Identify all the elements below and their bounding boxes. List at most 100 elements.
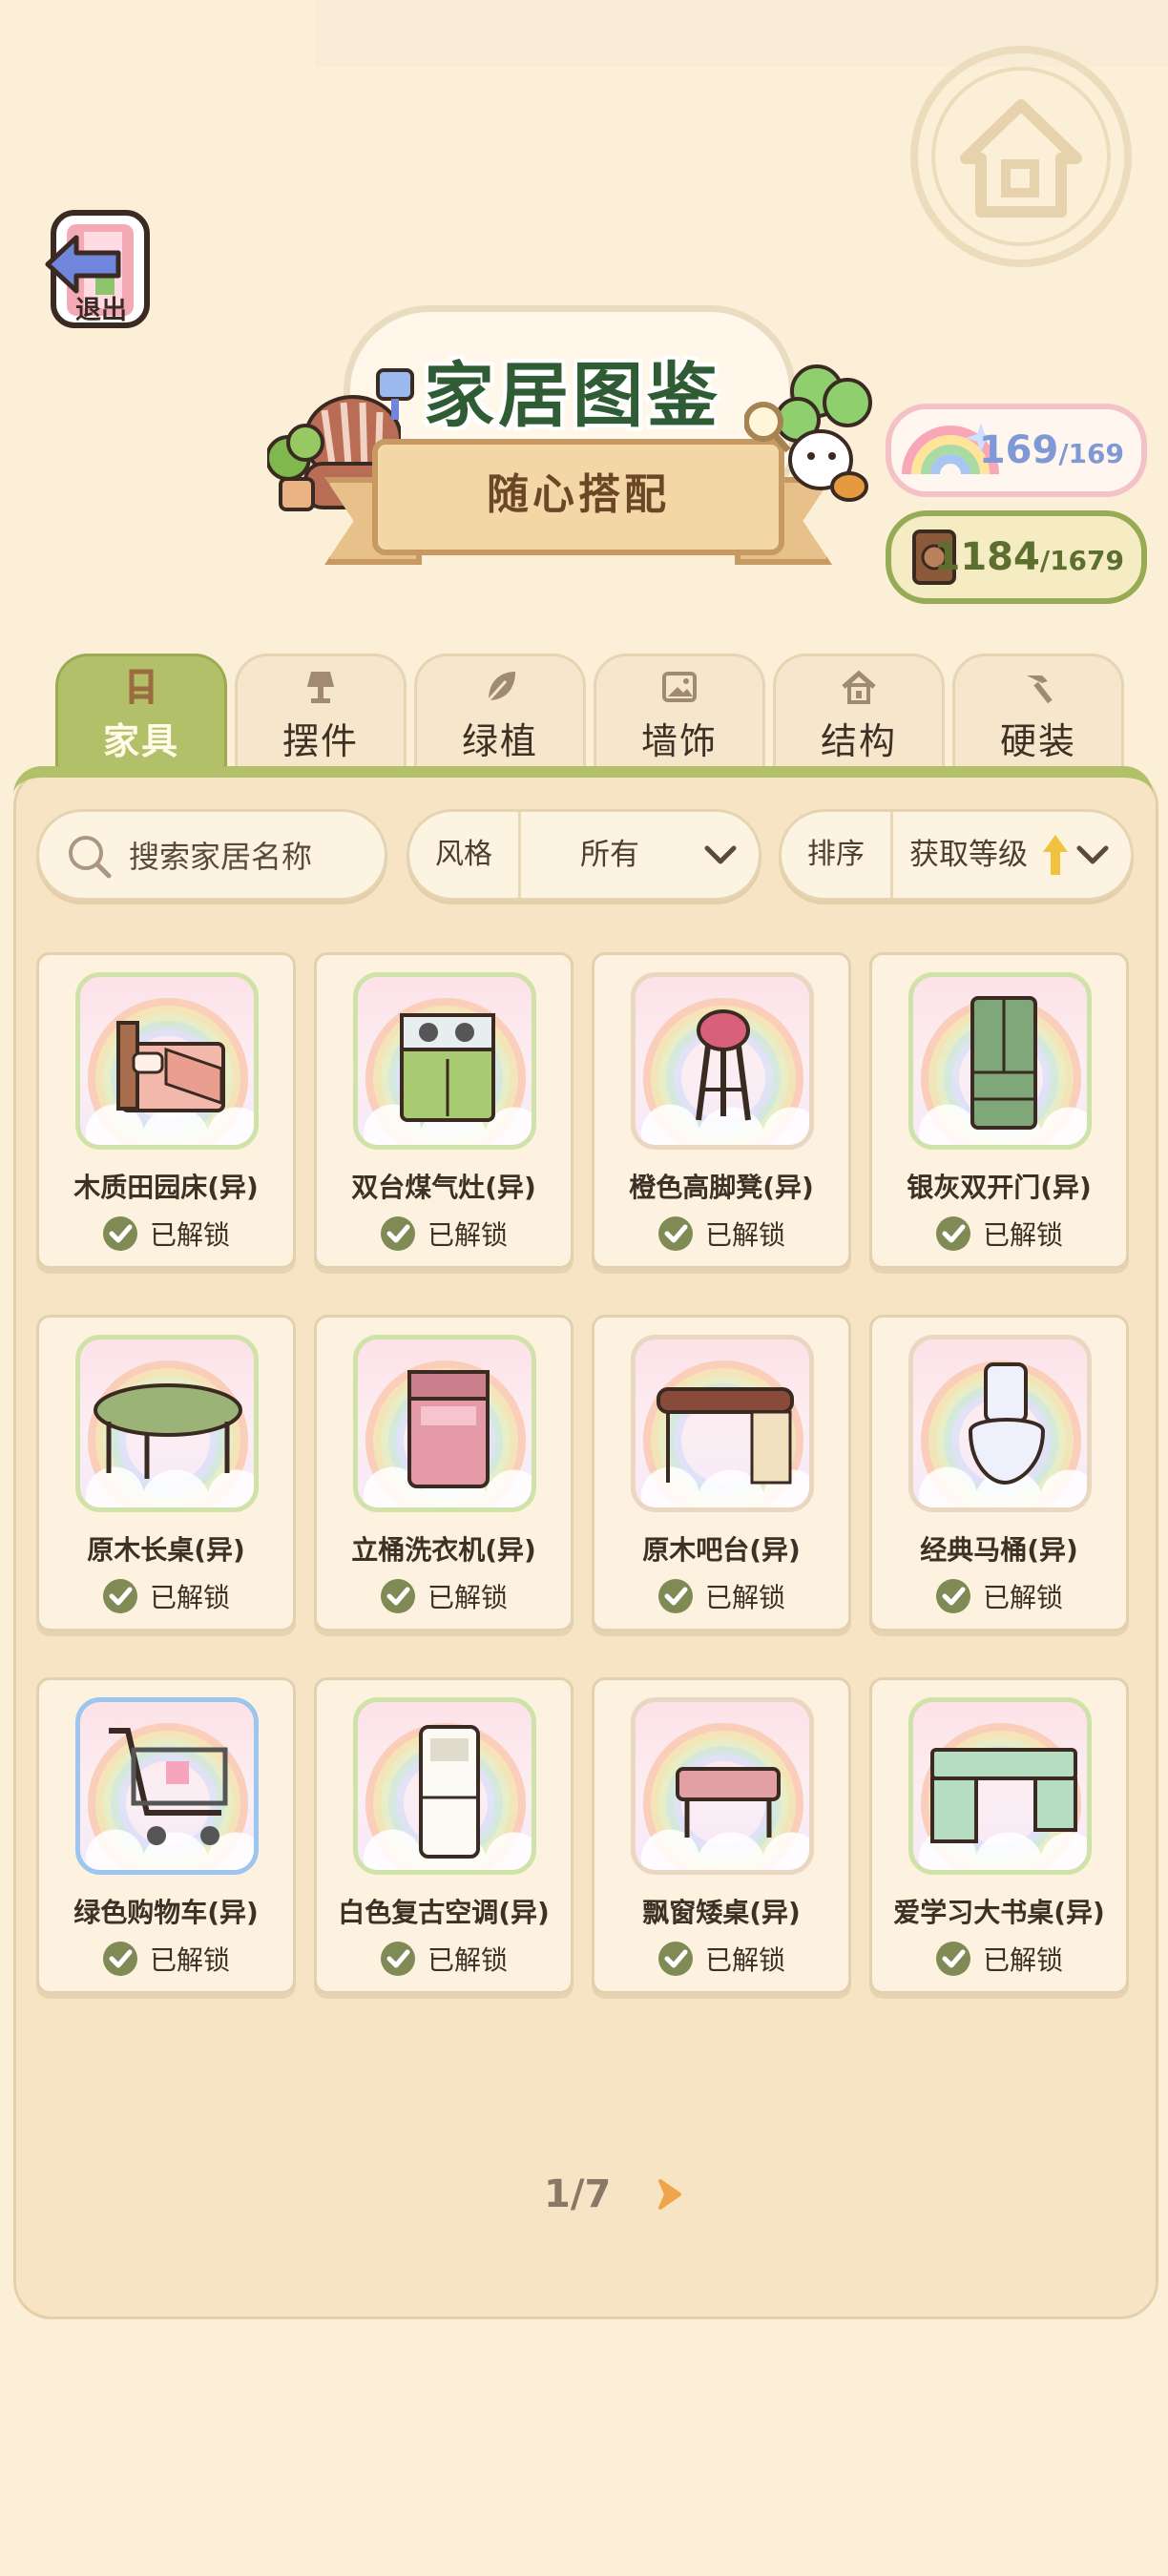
item-card[interactable]: 橙色高脚凳(异) 已解锁 xyxy=(592,952,851,1269)
page-title: 家居图鉴 xyxy=(424,355,721,437)
long-table-icon xyxy=(94,1383,242,1479)
sort-dropdown[interactable]: 排序 获取等级 xyxy=(779,809,1134,901)
check-icon xyxy=(935,1216,970,1251)
item-card[interactable]: 绿色购物车(异) 已解锁 xyxy=(36,1677,296,1994)
item-name: 橙色高脚凳(异) xyxy=(629,1172,814,1203)
item-status: 已解锁 xyxy=(317,1215,571,1253)
check-icon xyxy=(657,1942,693,1976)
item-name: 双台煤气灶(异) xyxy=(351,1172,536,1203)
bar-counter-icon xyxy=(657,1387,794,1485)
item-status: 已解锁 xyxy=(317,1940,571,1978)
search-input[interactable] xyxy=(127,831,379,883)
desk-icon xyxy=(930,1748,1077,1843)
tab-plants[interactable]: 绿植 xyxy=(414,654,586,776)
title-banner: 家居图鉴 随心搭配 xyxy=(267,296,878,582)
tab-ornaments[interactable]: 摆件 xyxy=(235,654,407,776)
check-icon xyxy=(657,1216,693,1251)
panel-top-border xyxy=(13,766,1153,795)
fridge-icon xyxy=(970,996,1037,1130)
search-icon xyxy=(69,836,112,879)
item-card[interactable]: 经典马桶(异) 已解锁 xyxy=(869,1315,1129,1631)
search-box[interactable] xyxy=(36,809,387,901)
leaf-icon xyxy=(487,672,515,702)
item-name: 银灰双开门(异) xyxy=(907,1172,1092,1203)
check-icon xyxy=(935,1942,970,1976)
arrow-up-icon xyxy=(1043,835,1068,875)
tab-hardware[interactable]: 硬装 xyxy=(952,654,1124,776)
item-card[interactable]: 飘窗矮桌(异) 已解锁 xyxy=(592,1677,851,1994)
check-icon xyxy=(380,1216,415,1251)
chevron-down-icon xyxy=(704,845,737,864)
item-thumbnail xyxy=(353,1335,536,1512)
item-name: 爱学习大书桌(异) xyxy=(893,1897,1105,1928)
item-thumbnail xyxy=(908,972,1092,1150)
item-status: 已解锁 xyxy=(594,1215,848,1253)
lamp-icon xyxy=(307,672,334,703)
bar-stool-icon xyxy=(696,1009,751,1121)
item-name: 原木吧台(异) xyxy=(642,1534,801,1566)
check-icon xyxy=(657,1579,693,1613)
item-card[interactable]: 银灰双开门(异) 已解锁 xyxy=(869,952,1129,1269)
check-icon xyxy=(102,1942,137,1976)
house-icon xyxy=(842,670,876,704)
picture-icon xyxy=(662,672,697,702)
collection-count: 1184/1679 xyxy=(933,535,1124,579)
tab-wall-decor[interactable]: 墙饰 xyxy=(594,654,765,776)
item-name: 白色复古空调(异) xyxy=(338,1897,550,1928)
check-icon xyxy=(935,1579,970,1613)
sort-label: 排序 xyxy=(782,812,893,898)
item-status: 已解锁 xyxy=(594,1940,848,1978)
tab-label: 结构 xyxy=(820,720,897,762)
item-thumbnail xyxy=(908,1335,1092,1512)
shopping-cart-icon xyxy=(109,1728,228,1845)
low-table-icon xyxy=(676,1767,781,1838)
item-card[interactable]: 原木吧台(异) 已解锁 xyxy=(592,1315,851,1631)
chevron-down-icon xyxy=(1076,845,1109,864)
category-tabs: 家具 摆件 绿植 墙饰 结构 硬装 xyxy=(55,654,1124,776)
tab-label: 绿植 xyxy=(461,720,538,762)
item-card[interactable]: 爱学习大书桌(异) 已解锁 xyxy=(869,1677,1129,1994)
tab-structure[interactable]: 结构 xyxy=(773,654,945,776)
item-card[interactable]: 双台煤气灶(异) 已解锁 xyxy=(314,952,574,1269)
next-page-icon[interactable] xyxy=(653,2177,687,2212)
check-icon xyxy=(102,1579,137,1613)
clover-mascot-icon xyxy=(744,364,872,502)
exit-label: 退出 xyxy=(75,296,127,325)
toilet-icon xyxy=(968,1362,1046,1485)
collection-counter: 1184/1679 xyxy=(886,510,1147,604)
check-icon xyxy=(380,1579,415,1613)
item-thumbnail xyxy=(353,1697,536,1875)
tab-label: 墙饰 xyxy=(640,720,718,762)
tab-label: 摆件 xyxy=(282,720,359,762)
item-card[interactable]: 白色复古空调(异) 已解锁 xyxy=(314,1677,574,1994)
item-thumbnail xyxy=(75,972,259,1150)
star-count: 169/169 xyxy=(978,428,1124,472)
style-filter-label: 风格 xyxy=(409,812,521,898)
stove-icon xyxy=(400,1013,495,1122)
chair-icon xyxy=(129,669,154,704)
item-status: 已解锁 xyxy=(317,1577,571,1615)
item-card[interactable]: 木质田园床(异) 已解锁 xyxy=(36,952,296,1269)
hammer-icon xyxy=(1027,675,1053,704)
item-status: 已解锁 xyxy=(39,1940,293,1978)
item-thumbnail xyxy=(631,1335,814,1512)
bed-icon xyxy=(116,1021,225,1112)
tab-furniture[interactable]: 家具 xyxy=(55,654,227,776)
item-name: 绿色购物车(异) xyxy=(73,1897,259,1928)
washing-machine-icon xyxy=(407,1370,490,1488)
item-thumbnail xyxy=(75,1335,259,1512)
item-card[interactable]: 原木长桌(异) 已解锁 xyxy=(36,1315,296,1631)
tab-label: 家具 xyxy=(102,720,179,762)
item-name: 经典马桶(异) xyxy=(920,1534,1078,1566)
item-thumbnail xyxy=(908,1697,1092,1875)
exit-button[interactable]: 退出 xyxy=(38,205,162,339)
item-card[interactable]: 立桶洗衣机(异) 已解锁 xyxy=(314,1315,574,1631)
check-icon xyxy=(102,1216,137,1251)
star-counter: 169/169 xyxy=(886,404,1147,497)
style-filter-dropdown[interactable]: 风格 所有 xyxy=(407,809,761,901)
item-name: 立桶洗衣机(异) xyxy=(351,1534,536,1566)
item-name: 原木长桌(异) xyxy=(87,1534,245,1566)
check-icon xyxy=(380,1942,415,1976)
item-thumbnail xyxy=(631,972,814,1150)
item-status: 已解锁 xyxy=(872,1577,1126,1615)
